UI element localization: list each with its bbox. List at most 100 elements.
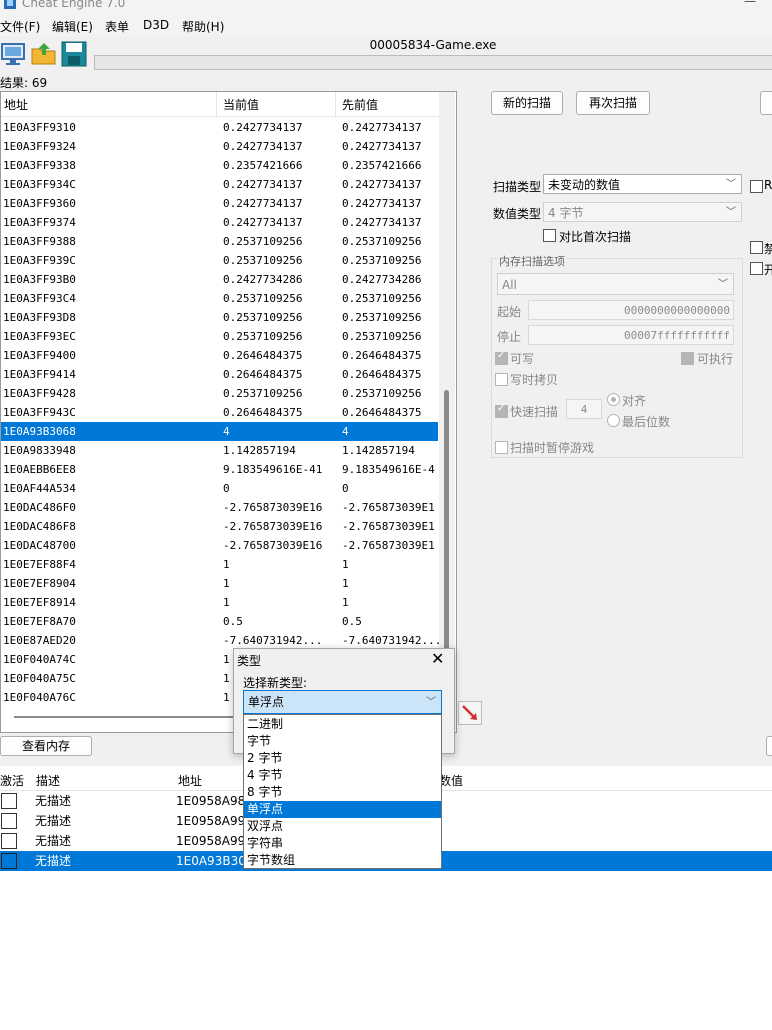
close-icon[interactable]: ✕ — [431, 649, 444, 668]
table-row[interactable]: 1E0AF44A534 0 0 — [1, 479, 438, 498]
row-previous-value: -2.765873039E1 — [342, 520, 435, 533]
table-row[interactable]: 1E0A3FF93EC 0.2537109256 0.2537109256 — [1, 327, 438, 346]
save-icon[interactable] — [60, 40, 88, 68]
table-row[interactable]: 1E0A3FF9338 0.2357421666 0.2357421666 — [1, 156, 438, 175]
executable-checkbox[interactable] — [681, 352, 694, 365]
row-previous-value: 0.2646484375 — [342, 368, 422, 381]
scan-results-list[interactable]: 地址 当前值 先前值 1E0A3FF9310 0.2427734137 0.2427… — [0, 91, 457, 733]
table-row[interactable]: 1E0E7EF8914 1 1 — [1, 593, 438, 612]
header-active[interactable]: 激活 — [0, 772, 24, 789]
type-option[interactable]: 字节数组 — [244, 852, 441, 869]
active-checkbox[interactable] — [1, 853, 17, 869]
active-checkbox[interactable] — [1, 793, 17, 809]
table-row[interactable]: 1E0A3FF934C 0.2427734137 0.2427734137 — [1, 175, 438, 194]
view-memory-button[interactable]: 查看内存 — [0, 736, 92, 756]
fast-scan-value-input[interactable]: 4 — [566, 399, 602, 419]
copy-on-write-checkbox[interactable] — [495, 373, 508, 386]
pause-game-checkbox[interactable] — [495, 441, 508, 454]
row-current-value: 0.2537109256 — [223, 330, 303, 343]
table-row[interactable]: 1E0A3FF943C 0.2646484375 0.2646484375 — [1, 403, 438, 422]
row-previous-value: 1 — [342, 558, 349, 571]
header-value[interactable]: 数值 — [439, 772, 463, 789]
table-row[interactable]: 1E0A3FF9400 0.2646484375 0.2646484375 — [1, 346, 438, 365]
next-scan-button[interactable]: 再次扫描 — [576, 91, 650, 115]
table-row[interactable]: 1E0DAC486F0 -2.765873039E16 -2.765873039E1 — [1, 498, 438, 517]
type-option[interactable]: 双浮点 — [244, 818, 441, 835]
add-address-button[interactable] — [766, 736, 772, 756]
row-current-value: 1 — [223, 672, 230, 685]
table-row[interactable]: 1E0A3FF9414 0.2646484375 0.2646484375 — [1, 365, 438, 384]
table-row[interactable]: 1E0E7EF88F4 1 1 — [1, 555, 438, 574]
right-checkbox-1[interactable] — [750, 241, 763, 254]
right-checkbox-2[interactable] — [750, 262, 763, 275]
type-option[interactable]: 单浮点 — [244, 801, 441, 818]
value-type-label: 数值类型 — [493, 207, 542, 221]
header-address[interactable]: 地址 — [178, 772, 202, 789]
value-type-select[interactable]: 4 字节 ﹀ — [543, 202, 742, 222]
row-current-value: 1 — [223, 653, 230, 666]
fast-scan-checkbox[interactable] — [495, 403, 508, 418]
type-option[interactable]: 字节 — [244, 733, 441, 750]
undo-scan-button[interactable] — [760, 91, 772, 115]
row-previous-value: -2.765873039E1 — [342, 501, 435, 514]
header-current-value[interactable]: 当前值 — [223, 96, 259, 113]
type-option[interactable]: 2 字节 — [244, 750, 441, 767]
table-row[interactable]: 1E0A3FF93C4 0.2537109256 0.2537109256 — [1, 289, 438, 308]
type-option[interactable]: 8 字节 — [244, 784, 441, 801]
menu-table[interactable]: 表单 — [105, 18, 129, 35]
open-folder-icon[interactable] — [30, 40, 58, 68]
row-address: 1E0A3FF9338 — [3, 159, 76, 172]
scan-type-select[interactable]: 未变动的数值 ﹀ — [543, 174, 742, 194]
table-row[interactable]: 1E0DAC48700 -2.765873039E16 -2.765873039E1 — [1, 536, 438, 555]
active-checkbox[interactable] — [1, 813, 17, 829]
menu-help[interactable]: 帮助(H) — [182, 18, 224, 35]
menu-d3d[interactable]: D3D — [143, 18, 169, 32]
new-type-select[interactable]: 单浮点 ﹀ — [243, 690, 442, 714]
add-to-list-arrow-icon[interactable] — [458, 701, 482, 725]
dialog-title: 类型 — [237, 654, 262, 668]
header-previous-value[interactable]: 先前值 — [342, 96, 378, 113]
minimize-button[interactable]: — — [744, 0, 756, 8]
stop-address-input[interactable]: 00007fffffffffff — [528, 325, 734, 345]
table-row[interactable]: 1E0E7EF8904 1 1 — [1, 574, 438, 593]
row-address: 1E0DAC48700 — [3, 539, 76, 552]
table-row[interactable]: 1E0A3FF939C 0.2537109256 0.2537109256 — [1, 251, 438, 270]
type-option[interactable]: 二进制 — [244, 716, 441, 733]
compare-first-checkbox[interactable] — [543, 229, 556, 242]
menu-file[interactable]: 文件(F) — [0, 18, 40, 35]
row-previous-value: 0 — [342, 482, 349, 495]
table-row[interactable]: 1E0A3FF9310 0.2427734137 0.2427734137 — [1, 118, 438, 137]
table-row[interactable]: 1E0A3FF9388 0.2537109256 0.2537109256 — [1, 232, 438, 251]
type-options-list[interactable]: 二进制 字节 2 字节 4 字节 8 字节 单浮点 双浮点 字符串 字节数组 — [243, 714, 442, 869]
row-address: 1E0DAC486F8 — [3, 520, 76, 533]
writable-checkbox[interactable] — [495, 350, 508, 365]
header-address[interactable]: 地址 — [4, 96, 28, 113]
table-row[interactable]: 1E0A3FF9360 0.2427734137 0.2427734137 — [1, 194, 438, 213]
table-row[interactable]: 1E0E7EF8A70 0.5 0.5 — [1, 612, 438, 631]
open-process-icon[interactable] — [0, 40, 28, 68]
row-current-value: 0.2427734137 — [223, 140, 303, 153]
table-row[interactable]: 1E0A3FF93B0 0.2427734286 0.2427734286 — [1, 270, 438, 289]
type-option[interactable]: 字符串 — [244, 835, 441, 852]
start-address-input[interactable]: 0000000000000000 — [528, 300, 734, 320]
header-description[interactable]: 描述 — [36, 772, 60, 789]
r-checkbox[interactable] — [750, 180, 763, 193]
row-address: 1E0958A991 — [176, 814, 253, 828]
new-scan-button[interactable]: 新的扫描 — [491, 91, 563, 115]
table-row[interactable]: 1E0A3FF93D8 0.2537109256 0.2537109256 — [1, 308, 438, 327]
table-row[interactable]: 1E0A3FF9428 0.2537109256 0.2537109256 — [1, 384, 438, 403]
last-digits-radio[interactable] — [607, 414, 620, 427]
memory-region-select[interactable]: All ﹀ — [497, 273, 734, 295]
row-current-value: 0.2646484375 — [223, 349, 303, 362]
table-row[interactable]: 1E0A3FF9374 0.2427734137 0.2427734137 — [1, 213, 438, 232]
active-checkbox[interactable] — [1, 833, 17, 849]
row-address: 1E0A93B30 — [176, 854, 246, 868]
table-row[interactable]: 1E0DAC486F8 -2.765873039E16 -2.765873039E1 — [1, 517, 438, 536]
table-row[interactable]: 1E0A3FF9324 0.2427734137 0.2427734137 — [1, 137, 438, 156]
menu-edit[interactable]: 编辑(E) — [52, 18, 93, 35]
type-option[interactable]: 4 字节 — [244, 767, 441, 784]
table-row[interactable]: 1E0A9833948 1.142857194 1.142857194 — [1, 441, 438, 460]
table-row[interactable]: 1E0A93B3068 4 4 — [1, 422, 438, 441]
table-row[interactable]: 1E0AEBB6EE8 9.183549616E-41 9.183549616E-4 — [1, 460, 438, 479]
align-radio[interactable] — [607, 393, 620, 406]
